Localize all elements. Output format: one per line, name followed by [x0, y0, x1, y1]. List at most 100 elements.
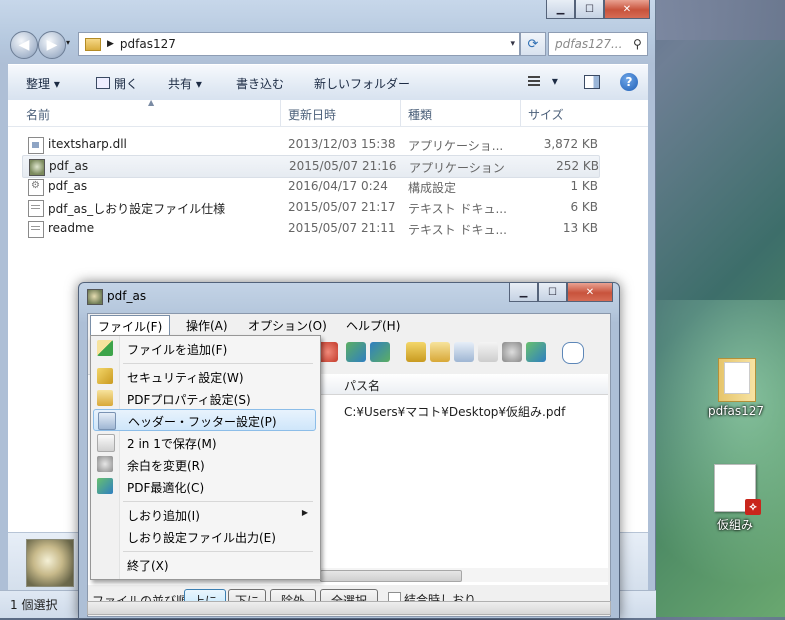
submenu-arrow-icon: ▶ — [301, 508, 308, 517]
file-row[interactable]: pdf_as_しおり設定ファイル仕様 2015/05/07 21:17 テキスト… — [22, 197, 598, 218]
minimize-button[interactable]: ▁ — [546, 0, 575, 19]
organize-button[interactable]: 整理 ▾ — [26, 75, 60, 92]
text-file-icon — [28, 200, 44, 217]
window-title: pdf_as — [107, 289, 147, 303]
optimize-icon[interactable] — [526, 342, 546, 362]
menu-item-header-footer[interactable]: ヘッダー・フッター設定(P) — [93, 409, 316, 431]
navigation-bar: ◀ ▶ ▾ ▶ pdfas127 ▾ ⟳ pdfas127... ⚲ — [8, 30, 648, 59]
column-divider[interactable] — [520, 100, 521, 126]
close-button[interactable]: ✕ — [567, 283, 613, 302]
file-row[interactable]: readme 2015/05/07 21:11 テキスト ドキュ... 13 K… — [22, 218, 598, 239]
file-row[interactable]: itextsharp.dll 2013/12/03 15:38 アプリケーショ.… — [22, 134, 598, 155]
open-button[interactable]: 開く — [96, 75, 138, 92]
menu-item-optimize[interactable]: PDF最適化(C) — [93, 476, 316, 496]
file-date: 2016/04/17 0:24 — [288, 179, 388, 193]
maximize-button[interactable]: ☐ — [575, 0, 604, 19]
menu-operation[interactable]: 操作(A) — [180, 317, 234, 334]
search-input[interactable]: pdfas127... ⚲ — [548, 32, 648, 56]
pdf-file-icon: ⟡ — [714, 464, 761, 515]
desktop-pdf-icon[interactable]: ⟡ 仮組み — [695, 464, 775, 533]
views-button[interactable]: ▾ — [528, 74, 558, 88]
menu-separator — [123, 501, 313, 502]
preview-pane-icon[interactable] — [584, 75, 600, 89]
menu-item-exit[interactable]: 終了(X) — [93, 554, 316, 574]
breadcrumb-folder[interactable]: pdfas127 — [120, 37, 176, 51]
desktop-folder-label: pdfas127 — [708, 404, 764, 418]
back-icon[interactable]: ◀ — [10, 31, 38, 59]
menu-item-pdf-properties[interactable]: PDFプロパティ設定(S) — [93, 388, 316, 408]
move-down-icon[interactable] — [370, 342, 390, 362]
column-path[interactable]: パス名 — [344, 377, 380, 394]
views-icon — [528, 76, 540, 86]
two-in-one-icon — [97, 434, 115, 452]
close-button[interactable]: ✕ — [604, 0, 650, 19]
app-file-icon — [29, 159, 45, 176]
app-icon — [87, 289, 103, 305]
margin-gear-icon[interactable] — [502, 342, 522, 362]
move-up-icon[interactable] — [346, 342, 366, 362]
burn-button[interactable]: 書き込む — [236, 75, 284, 92]
file-date: 2015/05/07 21:17 — [288, 200, 396, 214]
file-type: テキスト ドキュ... — [408, 223, 507, 237]
column-type[interactable]: 種類 — [408, 106, 432, 123]
menu-item-add-file[interactable]: ファイルを追加(F) — [93, 338, 316, 358]
list-column-header: パス名 — [320, 374, 608, 395]
column-size[interactable]: サイズ — [528, 106, 564, 123]
address-bar[interactable]: ▶ pdfas127 ▾ — [78, 32, 520, 56]
menu-item-label: しおり追加(I) — [127, 509, 200, 523]
minimize-button[interactable]: ▁ — [509, 283, 538, 302]
menu-item-security[interactable]: セキュリティ設定(W) — [93, 366, 316, 386]
properties-icon[interactable] — [430, 342, 450, 362]
column-divider[interactable] — [400, 100, 401, 126]
maximize-button[interactable]: ☐ — [538, 283, 567, 302]
column-divider[interactable] — [280, 100, 281, 126]
address-dropdown-icon[interactable]: ▾ — [510, 39, 515, 49]
refresh-icon[interactable]: ⟳ — [520, 32, 546, 56]
file-size: 3,872 KB — [543, 137, 598, 151]
menu-item-add-bookmark[interactable]: しおり追加(I) ▶ — [93, 504, 316, 524]
two-in-one-icon[interactable] — [478, 342, 498, 362]
menu-help[interactable]: ヘルプ(H) — [340, 317, 406, 334]
file-menu-dropdown: ファイルを追加(F) セキュリティ設定(W) PDFプロパティ設定(S) ヘッダ… — [90, 335, 321, 580]
remove-icon[interactable] — [318, 342, 338, 362]
column-name[interactable]: 名前 — [26, 106, 50, 123]
menu-item-label: PDFプロパティ設定(S) — [127, 393, 251, 407]
file-size: 1 KB — [570, 179, 598, 193]
new-folder-button[interactable]: 新しいフォルダー — [314, 75, 410, 92]
file-row[interactable]: pdf_as 2016/04/17 0:24 構成設定 1 KB — [22, 176, 598, 197]
forward-icon[interactable]: ▶ — [38, 31, 66, 59]
sort-arrow-icon: ▲ — [148, 98, 155, 107]
desktop-folder-icon[interactable]: pdfas127 — [696, 358, 776, 418]
search-placeholder: pdfas127... — [555, 37, 623, 51]
scrollbar-thumb[interactable] — [320, 570, 462, 582]
explorer-toolbar: 整理 ▾ 開く 共有 ▾ 書き込む 新しいフォルダー ▾ ? — [8, 64, 648, 102]
list-item[interactable]: C:¥Users¥マコト¥Desktop¥仮組み.pdf — [344, 403, 565, 420]
menu-options[interactable]: オプション(O) — [242, 317, 333, 334]
open-icon — [96, 77, 110, 89]
share-button[interactable]: 共有 ▾ — [168, 75, 202, 92]
file-size: 6 KB — [570, 200, 598, 214]
text-file-icon — [28, 221, 44, 238]
breadcrumb-separator-icon[interactable]: ▶ — [107, 39, 114, 49]
menu-item-label: 2 in 1で保存(M) — [127, 437, 217, 451]
column-date[interactable]: 更新日時 — [288, 106, 336, 123]
menu-item-export-bookmark[interactable]: しおり設定ファイル出力(E) — [93, 526, 316, 546]
file-row-selected[interactable]: pdf_as 2015/05/07 21:16 アプリケーション 252 KB — [22, 155, 600, 178]
horizontal-scrollbar[interactable] — [320, 568, 608, 582]
key-icon — [97, 368, 113, 384]
search-icon[interactable]: ⚲ — [633, 37, 647, 51]
comment-icon[interactable] — [562, 342, 584, 364]
menu-item-label: ヘッダー・フッター設定(P) — [128, 415, 277, 429]
file-type: テキスト ドキュ... — [408, 202, 507, 216]
security-key-icon[interactable] — [406, 342, 426, 362]
menu-item-label: ファイルを追加(F) — [127, 343, 228, 357]
menu-item-two-in-one[interactable]: 2 in 1で保存(M) — [93, 432, 316, 452]
progress-bar — [87, 601, 611, 615]
menu-separator — [123, 363, 313, 364]
menu-item-margin[interactable]: 余白を変更(R) — [93, 454, 316, 474]
help-icon[interactable]: ? — [620, 73, 638, 91]
file-thumbnail — [26, 539, 74, 587]
header-footer-icon[interactable] — [454, 342, 474, 362]
explorer-caption-buttons: ▁ ☐ ✕ — [546, 0, 650, 19]
history-dropdown-icon[interactable]: ▾ — [66, 38, 70, 47]
